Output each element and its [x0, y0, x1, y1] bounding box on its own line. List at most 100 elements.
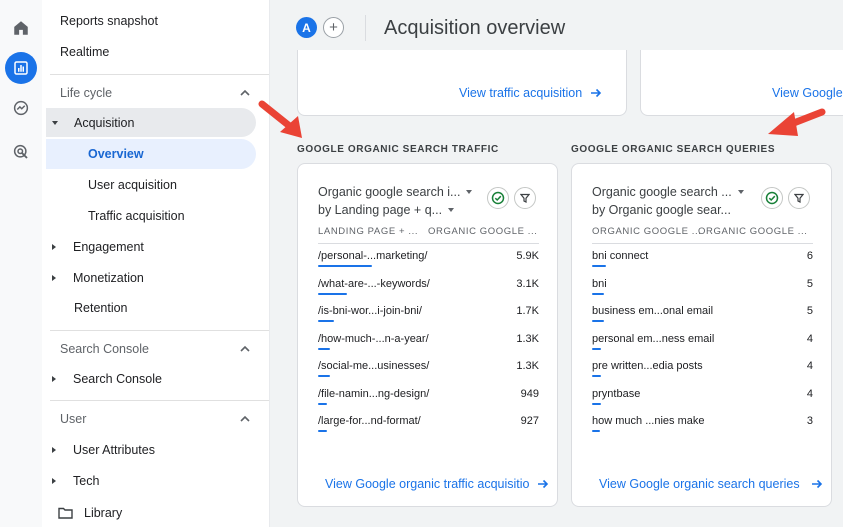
sidebar-item-search-console[interactable]: Search Console: [52, 365, 162, 393]
view-google-link[interactable]: View Google: [772, 86, 843, 100]
sidebar-item-retention[interactable]: Retention: [74, 294, 128, 322]
table-row[interactable]: pre written...edia posts 4: [592, 356, 813, 383]
table-row[interactable]: bni 5: [592, 274, 813, 301]
view-traffic-acquisition-link[interactable]: View traffic acquisition: [459, 86, 602, 100]
share-bar: [592, 347, 602, 350]
table-row[interactable]: bni connect 6: [592, 246, 813, 273]
organic-search-queries-card: Organic google search ... by Organic goo…: [571, 163, 832, 507]
share-bar: [592, 320, 604, 322]
table-row[interactable]: /is-bni-wor...i-join-bni/1.7K: [318, 301, 539, 328]
sidebar-item-engagement[interactable]: Engagement: [52, 233, 144, 261]
row-label: pre written...edia posts: [592, 360, 703, 372]
sidebar-item-user-attributes[interactable]: User Attributes: [52, 436, 155, 464]
chevron-up-icon[interactable]: [239, 343, 251, 355]
icon-rail: [0, 0, 42, 527]
filter-icon[interactable]: [788, 187, 810, 209]
sidebar-item-label: Tech: [73, 474, 100, 488]
sidebar-item-label: Retention: [74, 301, 128, 315]
sidebar-item-user-acquisition[interactable]: User acquisition: [88, 171, 177, 199]
row-value: 949: [520, 387, 539, 400]
chevron-up-icon[interactable]: [239, 413, 251, 425]
caret-down-icon: [52, 121, 58, 125]
column-header[interactable]: ORGANIC GOOGLE ...: [428, 226, 538, 237]
comparison-avatar[interactable]: A: [296, 17, 317, 38]
sidebar-item-label: Overview: [88, 147, 144, 161]
share-bar: [318, 402, 327, 405]
advertising-icon[interactable]: [5, 136, 37, 168]
row-value: 1.3K: [516, 332, 539, 345]
column-header[interactable]: LANDING PAGE + ...: [318, 226, 418, 237]
sidebar-item-label: Library: [84, 506, 123, 520]
overview-highlight: [46, 139, 256, 169]
chevron-up-icon[interactable]: [239, 87, 251, 99]
view-organic-traffic-link[interactable]: View Google organic traffic acquisition: [325, 477, 549, 491]
add-comparison-button[interactable]: +: [323, 17, 344, 38]
folder-icon: [58, 507, 73, 519]
row-value: 5: [806, 277, 813, 290]
column-header[interactable]: ORGANIC GOOGLE ...: [592, 226, 702, 237]
sidebar-item-label: User Attributes: [73, 443, 155, 457]
caret-right-icon: [52, 478, 56, 484]
section-label: Search Console: [60, 342, 149, 356]
sidebar-item-overview[interactable]: Overview: [88, 140, 144, 168]
sidebar-item-library[interactable]: Library: [58, 499, 122, 527]
filter-icon[interactable]: [514, 187, 536, 209]
table-row[interactable]: /social-me...usinesses/1.3K: [318, 356, 539, 383]
table-row[interactable]: /what-are-...-keywords/3.1K: [318, 274, 539, 301]
row-value: 3.1K: [516, 277, 539, 290]
check-circle-icon[interactable]: [761, 187, 783, 209]
dimension-selector[interactable]: by Landing page + q...: [318, 203, 455, 217]
sidebar-item-reports-snapshot[interactable]: Reports snapshot: [60, 7, 158, 35]
table-row[interactable]: personal em...ness email 4: [592, 329, 813, 356]
table-row[interactable]: how much ...nies make 3: [592, 411, 813, 438]
sidebar-item-realtime[interactable]: Realtime: [60, 38, 109, 66]
annotation-arrow-icon: [768, 108, 826, 136]
caret-right-icon: [52, 447, 56, 453]
table-row[interactable]: business em...onal email 5: [592, 301, 813, 328]
row-value: 4: [806, 387, 813, 400]
table-row[interactable]: /large-for...nd-format/927: [318, 411, 539, 438]
selector-label: by Landing page + q...: [318, 203, 443, 217]
row-label: how much ...nies make: [592, 415, 705, 427]
queries-section-title: GOOGLE ORGANIC SEARCH QUERIES: [571, 144, 776, 155]
table-row[interactable]: /how-much-...n-a-year/1.3K: [318, 329, 539, 356]
table-row[interactable]: /file-namin...ng-design/949: [318, 384, 539, 411]
row-label: /is-bni-wor...i-join-bni/: [318, 305, 422, 317]
row-label: personal em...ness email: [592, 332, 715, 345]
check-circle-icon[interactable]: [487, 187, 509, 209]
sidebar-item-label: Acquisition: [74, 116, 135, 130]
table-row[interactable]: pryntbase 4: [592, 384, 813, 411]
metric-selector[interactable]: Organic google search i...: [318, 185, 473, 199]
page-header: A + Acquisition overview: [270, 0, 843, 56]
sidebar-item-label: Engagement: [73, 240, 144, 254]
selector-label: Organic google search i...: [318, 185, 461, 199]
link-label: View traffic acquisition: [459, 86, 583, 100]
dropdown-icon: [448, 208, 455, 212]
column-header[interactable]: ORGANIC GOOGLE ...: [698, 226, 808, 237]
share-bar: [318, 265, 372, 267]
section-search-console[interactable]: Search Console: [60, 335, 149, 363]
sidebar-item-label: Realtime: [60, 45, 110, 59]
table-row[interactable]: /personal-...marketing/5.9K: [318, 246, 539, 273]
metric-selector[interactable]: Organic google search ...: [592, 185, 744, 199]
sidebar-item-traffic-acquisition[interactable]: Traffic acquisition: [88, 202, 185, 230]
section-life-cycle[interactable]: Life cycle: [60, 79, 112, 107]
link-label: View Google organic traffic acquisition: [325, 477, 529, 491]
sidebar-item-monetization[interactable]: Monetization: [52, 264, 144, 292]
section-user[interactable]: User: [60, 405, 86, 433]
caret-right-icon: [52, 376, 56, 382]
sidebar-item-tech[interactable]: Tech: [52, 467, 99, 495]
share-bar: [318, 430, 327, 432]
explore-icon[interactable]: [5, 92, 37, 124]
arrow-right-icon: [812, 479, 823, 489]
dimension-selector[interactable]: by Organic google sear...: [592, 203, 731, 217]
reports-icon[interactable]: [5, 52, 37, 84]
traffic-section-title: GOOGLE ORGANIC SEARCH TRAFFIC: [297, 144, 499, 155]
row-value: 5: [806, 305, 813, 317]
sidebar-item-acquisition[interactable]: Acquisition: [52, 109, 134, 137]
home-icon[interactable]: [5, 12, 37, 44]
view-organic-queries-link[interactable]: View Google organic search queries: [599, 477, 823, 491]
share-bar: [592, 402, 602, 405]
section-label: User: [60, 412, 87, 426]
traffic-acquisition-card: [297, 50, 627, 116]
